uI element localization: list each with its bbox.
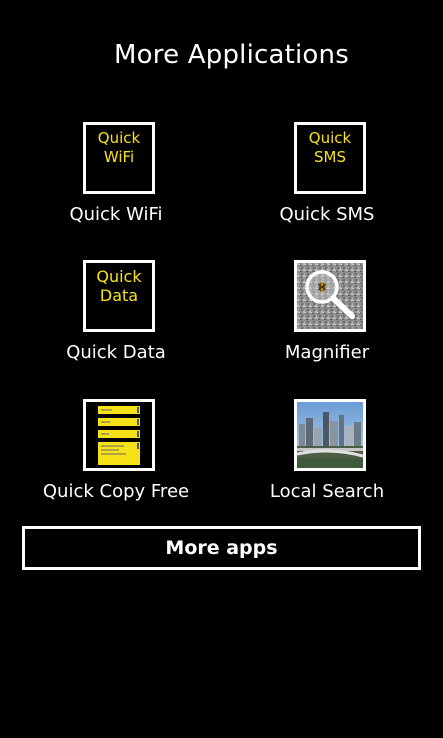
quick-wifi-icon[interactable]: Quick WiFi [83,122,155,194]
local-search-tile-art [297,402,363,468]
app-label[interactable]: Quick SMS [227,204,427,225]
tile-text-line: Quick [97,129,141,147]
city-skyline-icon[interactable] [294,399,366,471]
app-label[interactable]: Quick Copy Free [16,481,216,502]
tile-text-line: WiFi [103,148,135,166]
tile-text-line: Quick [96,267,142,286]
tile-text-line: Data [99,286,139,305]
app-label[interactable]: Quick WiFi [16,204,216,225]
page-title: More Applications [114,40,349,70]
more-apps-button[interactable]: More apps [22,526,421,570]
quick-data-icon[interactable]: Quick Data [83,260,155,332]
tile-text-line: SMS [314,148,346,166]
app-label[interactable]: Magnifier [227,342,427,363]
app-label[interactable]: Local Search [227,481,427,502]
quick-sms-icon[interactable]: Quick SMS [294,122,366,194]
quick-copy-tile-art [86,402,152,468]
quick-copy-icon[interactable] [83,399,155,471]
magnifier-icon[interactable] [294,260,366,332]
tile-text-line: Quick [308,129,352,147]
magnifier-tile-art [297,263,363,329]
app-label[interactable]: Quick Data [16,342,216,363]
